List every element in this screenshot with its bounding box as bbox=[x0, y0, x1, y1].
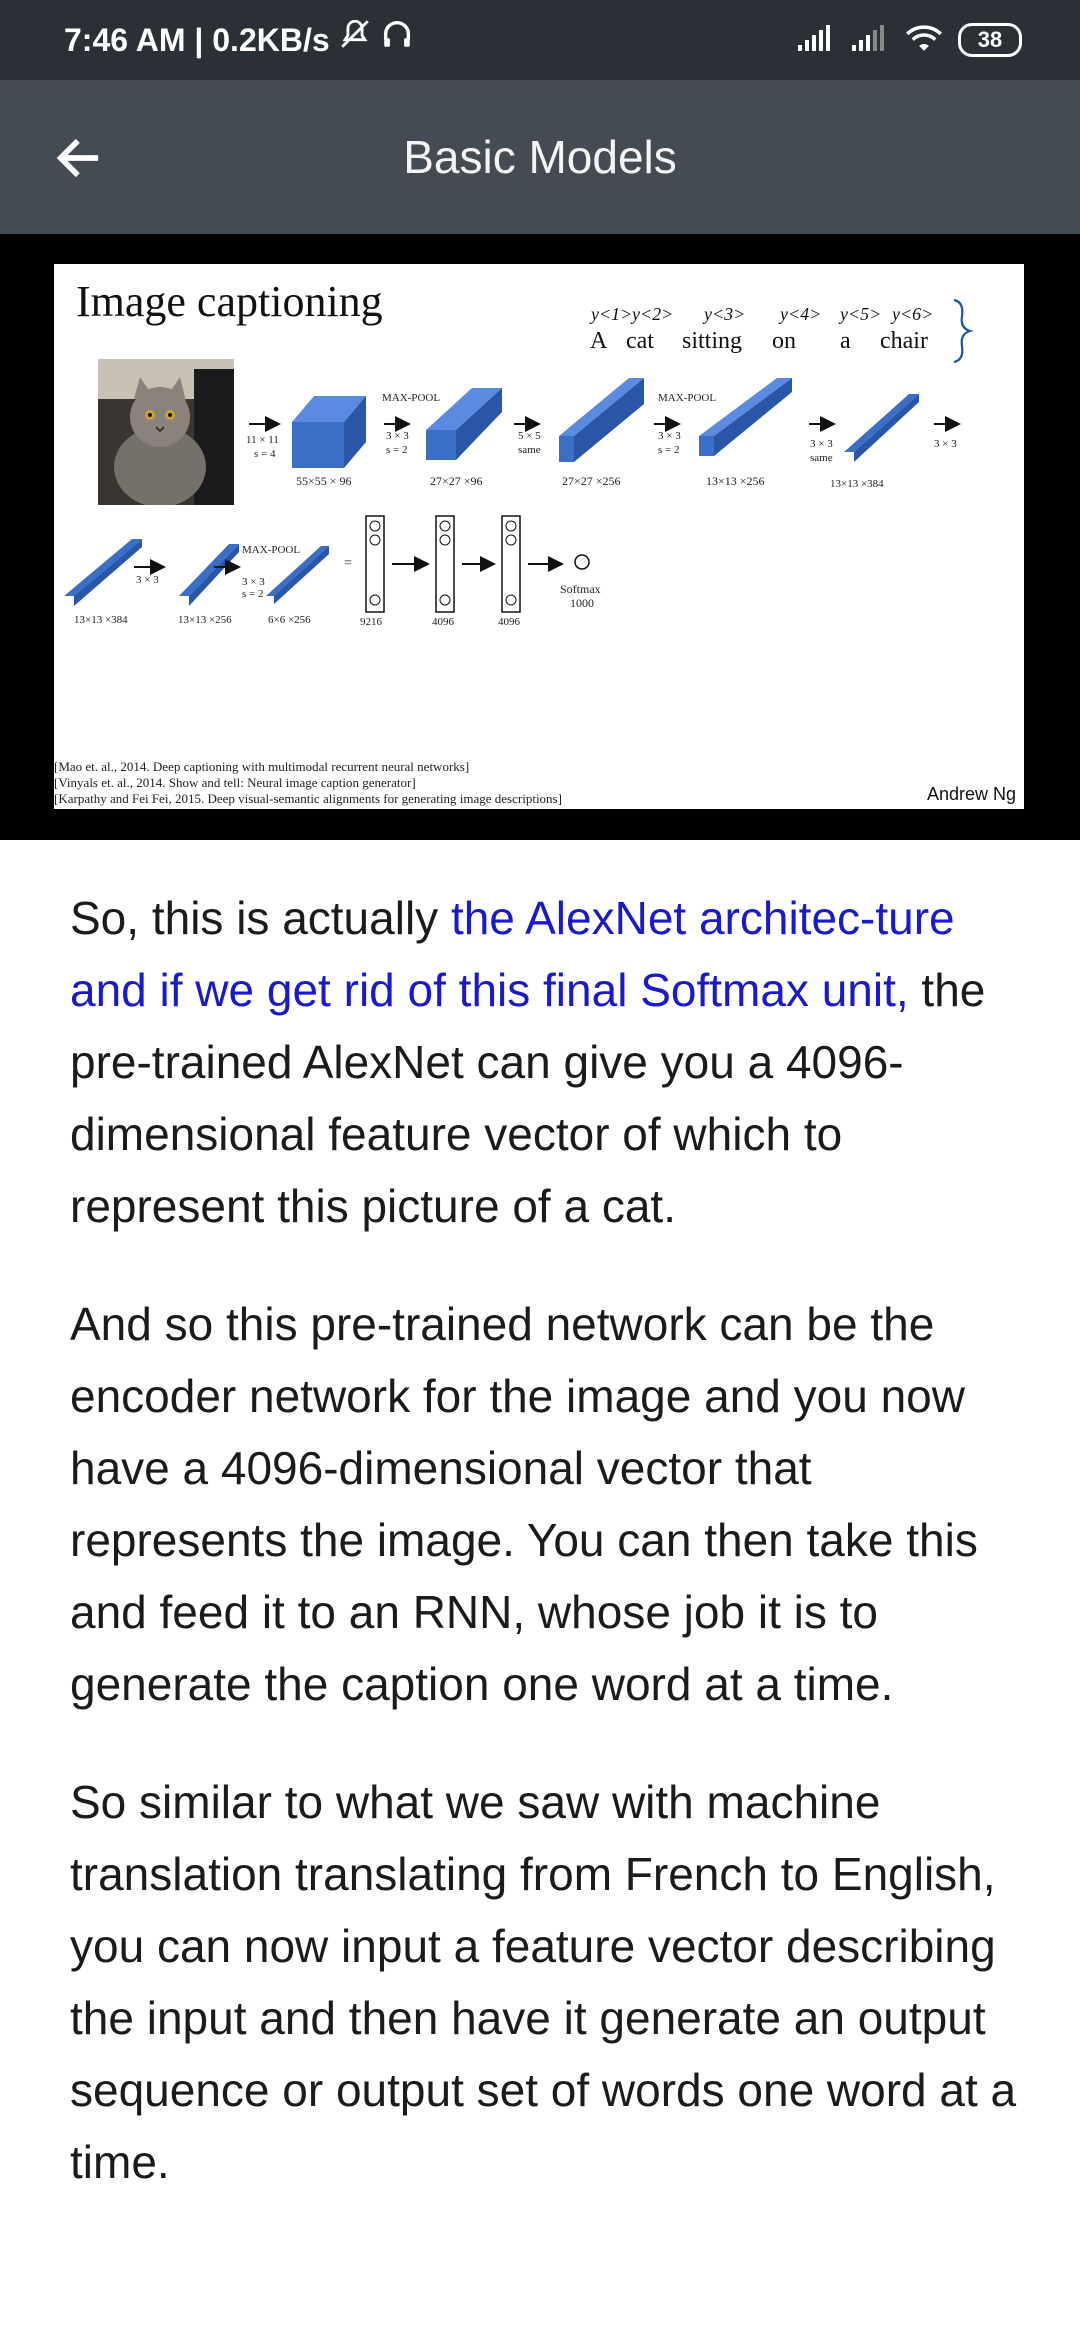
kernel-label-a: 3 × 3 bbox=[386, 430, 409, 442]
maxpool-label-1: MAX-POOL bbox=[382, 392, 441, 404]
dim-label-6: 13×13 ×384 bbox=[74, 614, 128, 626]
stride4-label: s = 4 bbox=[254, 448, 276, 460]
signal-icon-2 bbox=[850, 23, 890, 58]
paragraph-1: So, this is actually the AlexNet archite… bbox=[70, 882, 1020, 1242]
status-bar: 7:46 AM | 0.2KB/s 38 bbox=[0, 0, 1080, 80]
dim-label-1: 55×55 × 96 bbox=[296, 474, 352, 488]
softmax-label: Softmax bbox=[560, 582, 601, 596]
fc-label-2: 4096 bbox=[432, 616, 454, 628]
kernel-label-55: 5 × 5 bbox=[518, 430, 541, 442]
battery-icon: 38 bbox=[958, 23, 1022, 57]
status-time-speed: 7:46 AM | 0.2KB/s bbox=[64, 22, 330, 58]
kernel-label-f: 3 × 3 bbox=[242, 576, 265, 588]
stride2-label-b: s = 2 bbox=[658, 444, 680, 456]
dim-label-2: 27×27 ×96 bbox=[430, 474, 483, 488]
paragraph-1-start: So, this is actually bbox=[70, 892, 451, 944]
app-bar: Basic Models bbox=[0, 80, 1080, 234]
same-label-1: same bbox=[518, 444, 541, 456]
reference-2: [Vinyals et. al., 2014. Show and tell: N… bbox=[54, 775, 416, 790]
equals-label: = bbox=[344, 556, 352, 571]
dim-label-7: 13×13 ×256 bbox=[178, 614, 232, 626]
headphones-icon bbox=[380, 0, 414, 80]
dim-label-3: 27×27 ×256 bbox=[562, 474, 621, 488]
maxpool-label-3: MAX-POOL bbox=[242, 544, 301, 556]
reference-1: [Mao et. al., 2014. Deep captioning with… bbox=[54, 759, 470, 774]
maxpool-label-2: MAX-POOL bbox=[658, 392, 717, 404]
same-label-2: same bbox=[810, 452, 833, 464]
network-diagram bbox=[64, 378, 961, 613]
paragraph-2: And so this pre-trained network can be t… bbox=[70, 1298, 978, 1710]
transcript: So, this is actually the AlexNet archite… bbox=[70, 882, 1020, 2244]
status-left: 7:46 AM | 0.2KB/s bbox=[64, 0, 414, 80]
stride2-label-c: s = 2 bbox=[242, 588, 264, 600]
paragraph-3: So similar to what we saw with machine t… bbox=[70, 1776, 1017, 2188]
kernel-label-b: 3 × 3 bbox=[658, 430, 681, 442]
reference-3: [Karpathy and Fei Fei, 2015. Deep visual… bbox=[54, 791, 562, 806]
conv1-label: 11 × 11 bbox=[246, 434, 279, 446]
kernel-label-d: 3 × 3 bbox=[934, 438, 957, 450]
softmax-count-label: 1000 bbox=[570, 596, 594, 610]
slide-references: [Mao et. al., 2014. Deep captioning with… bbox=[54, 759, 562, 807]
lecture-slide: Image captioning y<1> y<2> y<3> y<4> y<5… bbox=[54, 264, 1024, 809]
signal-icon bbox=[796, 23, 836, 58]
dim-label-4: 13×13 ×256 bbox=[706, 474, 765, 488]
stride2-label-a: s = 2 bbox=[386, 444, 408, 456]
dim-label-5: 13×13 ×384 bbox=[830, 478, 884, 490]
mute-bell-icon bbox=[338, 0, 372, 80]
fc-label-3: 4096 bbox=[498, 616, 520, 628]
kernel-label-c: 3 × 3 bbox=[810, 438, 833, 450]
kernel-label-e: 3 × 3 bbox=[136, 574, 159, 586]
status-right: 38 bbox=[796, 0, 1022, 80]
page-title: Basic Models bbox=[403, 131, 677, 183]
slide-author: Andrew Ng bbox=[926, 784, 1016, 804]
dim-label-8: 6×6 ×256 bbox=[268, 614, 311, 626]
slide-container: Image captioning y<1> y<2> y<3> y<4> y<5… bbox=[0, 234, 1080, 840]
wifi-icon bbox=[904, 22, 944, 59]
fc-label-1: 9216 bbox=[360, 616, 382, 628]
